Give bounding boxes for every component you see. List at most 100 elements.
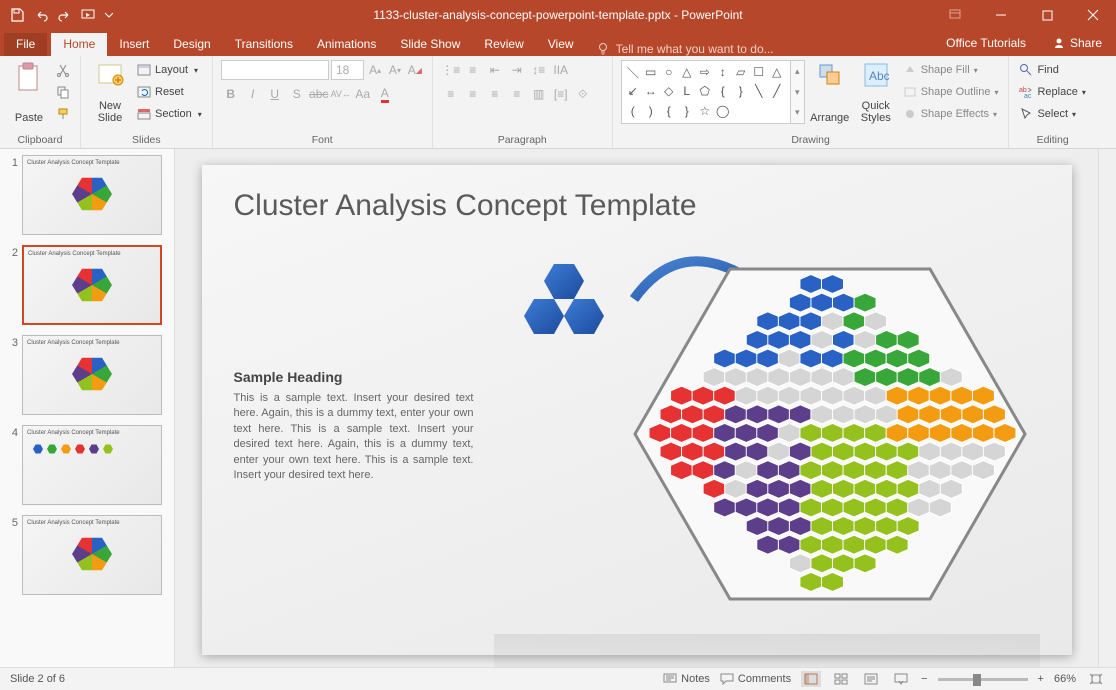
shapes-scroll[interactable]: ▴▾▾: [791, 60, 805, 124]
ribbon-tabs: File Home Insert Design Transitions Anim…: [0, 30, 1116, 56]
replace-button[interactable]: abacReplace▾: [1017, 82, 1087, 102]
reading-view-icon[interactable]: [861, 671, 881, 687]
text-direction-icon[interactable]: IIA: [551, 60, 571, 80]
thumbnail-4[interactable]: Cluster Analysis Concept Template: [22, 425, 162, 505]
tab-slideshow[interactable]: Slide Show: [388, 33, 472, 56]
char-spacing-icon[interactable]: AV↔: [331, 84, 351, 104]
strike-icon[interactable]: abc: [309, 84, 329, 104]
shape-line-icon[interactable]: ＼: [624, 63, 642, 81]
bold-icon[interactable]: B: [221, 84, 241, 104]
format-painter-button[interactable]: [54, 104, 72, 124]
tab-view[interactable]: View: [536, 33, 586, 56]
ribbon-options-icon[interactable]: [932, 0, 978, 30]
justify-icon[interactable]: ≡: [507, 84, 527, 104]
tab-design[interactable]: Design: [161, 33, 222, 56]
shape-rect-icon[interactable]: ▭: [642, 63, 660, 81]
slide-canvas[interactable]: Cluster Analysis Concept Template Sample…: [202, 165, 1072, 655]
vertical-scrollbar[interactable]: [1098, 149, 1116, 667]
font-color-icon[interactable]: A: [375, 84, 395, 104]
tab-review[interactable]: Review: [472, 33, 535, 56]
find-button[interactable]: Find: [1017, 60, 1087, 80]
find-icon: [1019, 63, 1033, 77]
tab-animations[interactable]: Animations: [305, 33, 388, 56]
shape-fill-button[interactable]: Shape Fill▾: [901, 60, 1001, 80]
shape-fill-icon: [903, 64, 917, 76]
notes-button[interactable]: Notes: [663, 673, 710, 685]
grow-font-icon[interactable]: A▴: [366, 60, 384, 80]
slide-indicator[interactable]: Slide 2 of 6: [10, 673, 65, 685]
thumbnail-1[interactable]: Cluster Analysis Concept Template: [22, 155, 162, 235]
align-left-icon[interactable]: ≡: [441, 84, 461, 104]
comments-icon: [720, 673, 734, 685]
shape-arrow-icon[interactable]: ⇨: [696, 63, 714, 81]
comments-button[interactable]: Comments: [720, 673, 791, 685]
qat-customize-icon[interactable]: [102, 4, 116, 26]
close-icon[interactable]: [1070, 0, 1116, 30]
copy-button[interactable]: [54, 82, 72, 102]
workspace: 1Cluster Analysis Concept Template 2Clus…: [0, 149, 1116, 667]
indent-icon[interactable]: ⇥: [507, 60, 527, 80]
zoom-out-icon[interactable]: −: [921, 673, 927, 685]
redo-icon[interactable]: [54, 4, 76, 26]
slide-editor[interactable]: Cluster Analysis Concept Template Sample…: [175, 149, 1098, 667]
underline-icon[interactable]: U: [265, 84, 285, 104]
thumbnail-2[interactable]: Cluster Analysis Concept Template: [22, 245, 162, 325]
font-name-input[interactable]: [221, 60, 329, 80]
share-button[interactable]: Share: [1042, 30, 1112, 56]
tab-insert[interactable]: Insert: [107, 33, 161, 56]
shrink-font-icon[interactable]: A▾: [386, 60, 404, 80]
layout-button[interactable]: Layout▾: [135, 60, 204, 80]
start-from-beginning-icon[interactable]: [78, 4, 100, 26]
line-spacing-icon[interactable]: ↕≡: [529, 60, 549, 80]
numbering-icon[interactable]: ≡: [463, 60, 483, 80]
reset-button[interactable]: Reset: [135, 82, 204, 102]
office-tutorials[interactable]: Office Tutorials: [934, 32, 1038, 55]
section-button[interactable]: Section▾: [135, 104, 204, 124]
zoom-slider[interactable]: [938, 678, 1028, 681]
tell-me[interactable]: Tell me what you want to do...: [596, 42, 774, 56]
arrange-button[interactable]: Arrange: [809, 60, 851, 126]
maximize-icon[interactable]: [1024, 0, 1070, 30]
outdent-icon[interactable]: ⇤: [485, 60, 505, 80]
window-controls: [932, 0, 1116, 30]
save-icon[interactable]: [6, 4, 28, 26]
shape-tri-icon[interactable]: △: [678, 63, 696, 81]
align-right-icon[interactable]: ≡: [485, 84, 505, 104]
zoom-level[interactable]: 66%: [1054, 673, 1076, 685]
shadow-icon[interactable]: S: [287, 84, 307, 104]
columns-icon[interactable]: ▥: [529, 84, 549, 104]
shape-outline-button[interactable]: Shape Outline▾: [901, 82, 1001, 102]
shapes-gallery[interactable]: ＼▭○△⇨↕▱☐ △↙↔◇L⬠{} ╲╱(){}☆◯: [621, 60, 791, 124]
slide-graphic[interactable]: [494, 239, 1040, 639]
slideshow-view-icon[interactable]: [891, 671, 911, 687]
align-text-icon[interactable]: [≡]: [551, 84, 571, 104]
smartart-icon[interactable]: ⟐: [573, 84, 593, 104]
thumbnail-5[interactable]: Cluster Analysis Concept Template: [22, 515, 162, 595]
italic-icon[interactable]: I: [243, 84, 263, 104]
align-center-icon[interactable]: ≡: [463, 84, 483, 104]
shape-effects-button[interactable]: Shape Effects▾: [901, 104, 1001, 124]
normal-view-icon[interactable]: [801, 671, 821, 687]
tab-transitions[interactable]: Transitions: [223, 33, 305, 56]
change-case-icon[interactable]: Aa: [353, 84, 373, 104]
thumbnail-3[interactable]: Cluster Analysis Concept Template: [22, 335, 162, 415]
new-slide-button[interactable]: New Slide: [89, 60, 131, 126]
fit-window-icon[interactable]: [1086, 671, 1106, 687]
quick-styles-button[interactable]: Abc Quick Styles: [855, 60, 897, 126]
zoom-in-icon[interactable]: +: [1038, 673, 1044, 685]
sorter-view-icon[interactable]: [831, 671, 851, 687]
select-button[interactable]: Select▾: [1017, 104, 1087, 124]
bullets-icon[interactable]: ⋮≡: [441, 60, 461, 80]
minimize-icon[interactable]: [978, 0, 1024, 30]
tab-home[interactable]: Home: [51, 33, 107, 56]
font-size-input[interactable]: 18: [331, 60, 364, 80]
paste-button[interactable]: Paste: [8, 60, 50, 126]
shape-oval-icon[interactable]: ○: [660, 63, 678, 81]
arrange-icon: [817, 62, 843, 88]
cut-button[interactable]: [54, 60, 72, 80]
slide-title[interactable]: Cluster Analysis Concept Template: [234, 189, 1040, 223]
text-block[interactable]: Sample Heading This is a sample text. In…: [234, 369, 474, 639]
undo-icon[interactable]: [30, 4, 52, 26]
clear-format-icon[interactable]: A◢: [406, 60, 424, 80]
tab-file[interactable]: File: [4, 33, 47, 56]
